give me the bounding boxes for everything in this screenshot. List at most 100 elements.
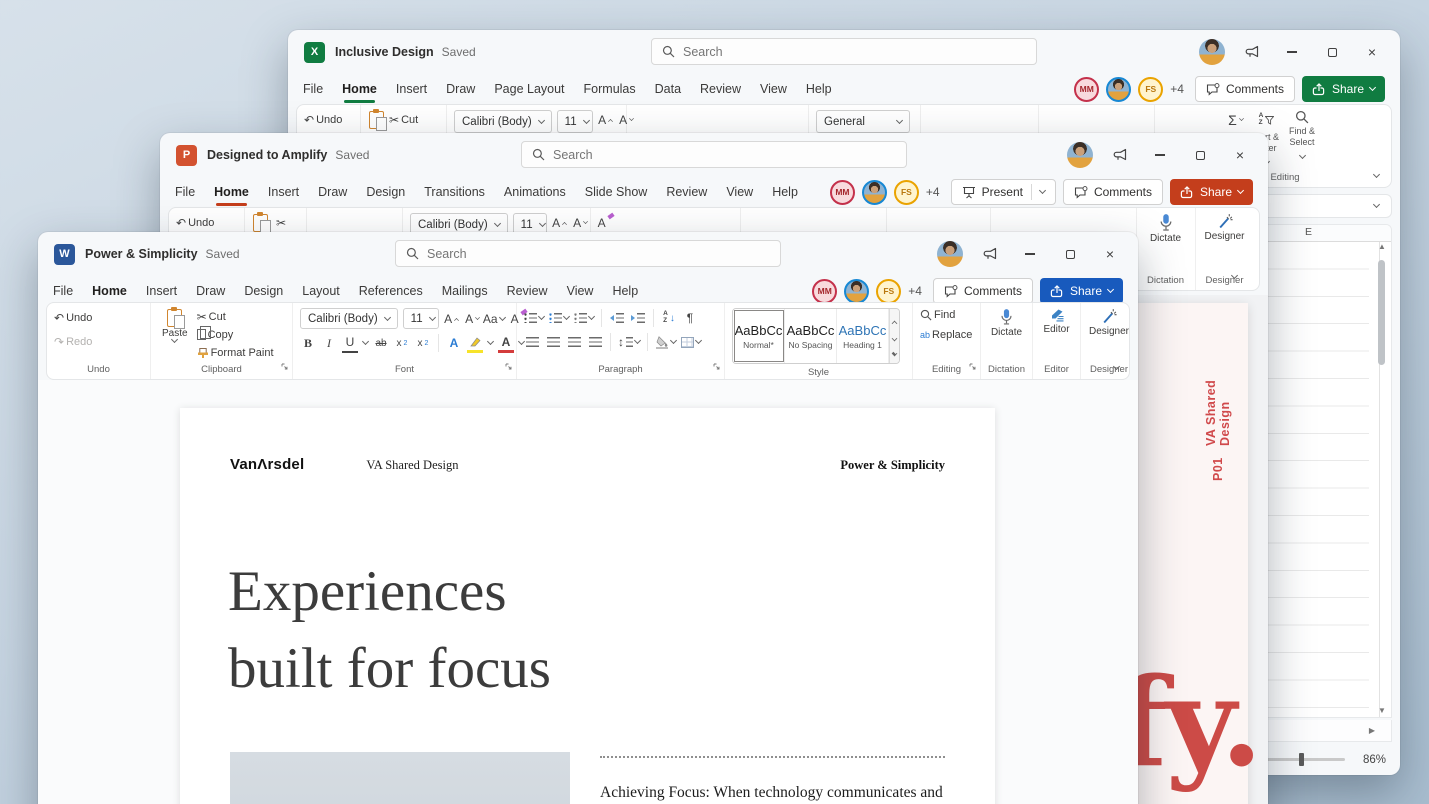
superscript-button[interactable]: x2 [415, 333, 431, 353]
collab-overflow-count[interactable]: +4 [908, 284, 922, 298]
change-case-button[interactable]: Aa [483, 309, 506, 329]
font-name-select[interactable]: Calibri (Body) [300, 308, 398, 329]
menu-tab-design[interactable]: Design [366, 185, 405, 199]
dictate-button[interactable]: Dictate [1144, 213, 1187, 272]
word-search-input[interactable] [427, 246, 770, 261]
feedback-megaphone-icon[interactable] [1232, 30, 1272, 74]
collab-avatar-photo[interactable] [1106, 76, 1132, 102]
paste-button[interactable]: Paste [158, 307, 192, 344]
paragraph-dialog-launcher[interactable] [713, 358, 721, 376]
align-center-button[interactable] [545, 332, 561, 352]
menu-tab-animations[interactable]: Animations [504, 185, 566, 199]
comments-button[interactable]: Comments [932, 278, 1033, 304]
ppt-search-box[interactable] [521, 141, 907, 168]
shrink-font-button[interactable]: A [465, 309, 481, 329]
scrollbar-thumb[interactable] [1378, 260, 1385, 365]
menu-tab-references[interactable]: References [359, 284, 423, 298]
share-button[interactable]: Share [1169, 179, 1253, 205]
menu-tab-file[interactable]: File [175, 185, 195, 199]
font-color-button[interactable]: A [498, 333, 514, 353]
close-button[interactable]: × [1090, 232, 1130, 276]
underline-button[interactable]: U [342, 333, 358, 353]
find-select-button[interactable]: Find & Select [1289, 110, 1315, 159]
shrink-font-button[interactable]: A [573, 213, 589, 233]
column-header-e[interactable]: E [1305, 226, 1312, 238]
user-avatar[interactable] [1067, 142, 1093, 168]
zoom-slider[interactable] [1262, 753, 1345, 766]
style-card-heading1[interactable]: AaBbCc Heading 1 [837, 309, 889, 363]
style-gallery-scroll[interactable] [889, 309, 899, 363]
highlight-color-chevron[interactable] [486, 337, 495, 346]
share-button[interactable]: Share [1301, 76, 1385, 102]
menu-tab-transitions[interactable]: Transitions [424, 185, 485, 199]
bold-button[interactable]: B [300, 333, 316, 353]
present-button[interactable]: Present [950, 179, 1056, 205]
zoom-slider-thumb[interactable] [1299, 753, 1305, 766]
feedback-megaphone-icon[interactable] [1100, 133, 1140, 177]
bullet-list-button[interactable] [524, 308, 546, 328]
menu-tab-home[interactable]: Home [342, 82, 377, 103]
menu-tab-review[interactable]: Review [507, 284, 548, 298]
highlight-button[interactable] [467, 333, 483, 353]
menu-tab-review[interactable]: Review [666, 185, 707, 199]
close-button[interactable]: × [1352, 30, 1392, 74]
undo-button[interactable]: ↶ Undo [176, 213, 214, 233]
scroll-down-button[interactable]: ▼ [1378, 706, 1386, 715]
designer-button[interactable]: Designer [1088, 308, 1130, 361]
collab-avatar-mm[interactable]: MM [812, 278, 838, 304]
multilevel-list-button[interactable] [574, 308, 596, 328]
copy-button[interactable]: Copy [196, 326, 274, 342]
style-gallery-expand[interactable] [891, 350, 898, 357]
sheet-scroll-right-button[interactable]: ▶ [1369, 726, 1375, 735]
font-dialog-launcher[interactable] [505, 358, 513, 376]
menu-tab-layout[interactable]: Layout [302, 284, 340, 298]
collab-avatar-mm[interactable]: MM [1074, 76, 1100, 102]
share-button[interactable]: Share [1039, 278, 1123, 304]
numbered-list-button[interactable] [549, 308, 571, 328]
increase-indent-button[interactable] [630, 308, 646, 328]
menu-tab-insert[interactable]: Insert [268, 185, 299, 199]
menu-tab-view[interactable]: View [760, 82, 787, 96]
ribbon-collapse-chevron[interactable] [1372, 170, 1381, 179]
subscript-button[interactable]: x2 [394, 333, 410, 353]
text-effects-button[interactable]: A [446, 333, 462, 353]
collab-avatar-mm[interactable]: MM [829, 179, 855, 205]
menu-tab-view[interactable]: View [567, 284, 594, 298]
minimize-button[interactable] [1272, 30, 1312, 74]
comments-button[interactable]: Comments [1062, 179, 1163, 205]
collab-avatar-fs[interactable]: FS [1138, 76, 1164, 102]
borders-button[interactable] [681, 332, 703, 352]
feedback-megaphone-icon[interactable] [970, 232, 1010, 276]
word-search-box[interactable] [395, 240, 781, 267]
undo-button[interactable]: ↶ Undo [304, 110, 342, 130]
menu-tab-review[interactable]: Review [700, 82, 741, 96]
document-page[interactable]: VanΛrsdel VA Shared Design Power & Simpl… [180, 408, 995, 804]
scroll-up-button[interactable]: ▲ [1378, 242, 1386, 251]
excel-search-box[interactable] [651, 38, 1037, 65]
minimize-button[interactable] [1010, 232, 1050, 276]
font-name-select[interactable]: Calibri (Body) [454, 110, 552, 133]
shading-button[interactable] [655, 332, 678, 352]
editing-dialog-launcher[interactable] [969, 358, 977, 376]
user-avatar[interactable] [937, 241, 963, 267]
strikethrough-button[interactable]: ab [373, 333, 389, 353]
decrease-indent-button[interactable] [609, 308, 625, 328]
cut-button[interactable]: ✂ [273, 213, 289, 233]
collab-overflow-count[interactable]: +4 [926, 185, 940, 199]
menu-tab-data[interactable]: Data [655, 82, 681, 96]
sort-button[interactable]: A Z ↓ [661, 308, 677, 328]
number-format-select[interactable]: General [816, 110, 910, 133]
paste-button[interactable] [368, 109, 387, 131]
find-button[interactable]: Find [920, 308, 973, 322]
editor-button[interactable]: Editor [1040, 308, 1073, 361]
user-avatar[interactable] [1199, 39, 1225, 65]
grow-font-button[interactable]: A [598, 110, 614, 130]
underline-options-chevron[interactable] [361, 337, 370, 346]
menu-tab-design[interactable]: Design [244, 284, 283, 298]
menu-tab-view[interactable]: View [726, 185, 753, 199]
menu-tab-draw[interactable]: Draw [196, 284, 225, 298]
vertical-scrollbar[interactable]: ▲ ▼ [1376, 242, 1388, 715]
format-painter-button[interactable]: Format Paint [197, 345, 274, 360]
formula-bar-chevron[interactable] [1372, 200, 1381, 209]
font-size-select[interactable]: 11 [402, 308, 439, 329]
